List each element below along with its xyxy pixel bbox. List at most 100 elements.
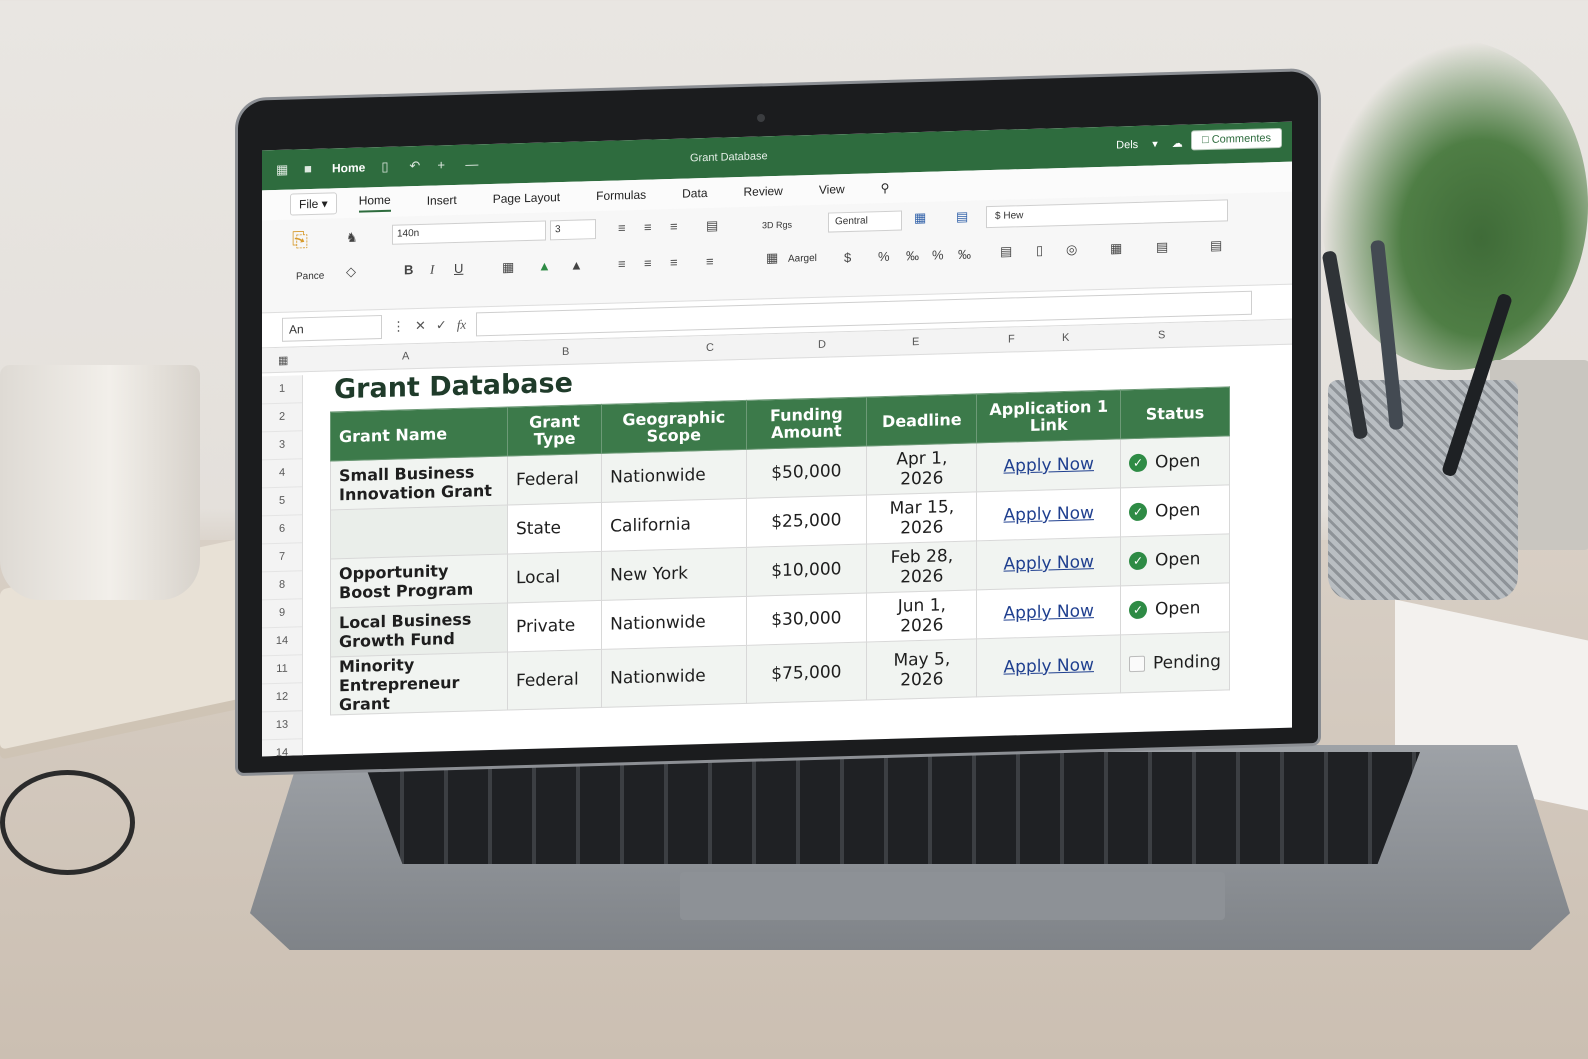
row-header[interactable]: 4: [262, 459, 302, 489]
align-top-icon[interactable]: ≡: [618, 220, 626, 235]
apply-now-link[interactable]: Apply Now: [1004, 454, 1094, 477]
user-name[interactable]: Dels: [1116, 138, 1138, 151]
insert-cells-icon[interactable]: ▤: [1000, 243, 1012, 259]
deadline-cell[interactable]: May 5, 2026: [866, 638, 977, 700]
tab-data[interactable]: Data: [682, 186, 707, 201]
status-cell[interactable]: ✓ Open: [1120, 435, 1230, 488]
header-geographic-scope[interactable]: Geographic Scope: [601, 400, 746, 454]
amount-cell[interactable]: $10,000: [746, 543, 867, 597]
grant-name-cell[interactable]: Opportunity Boost Program: [330, 554, 508, 608]
deadline-cell[interactable]: Feb 28, 2026: [866, 540, 977, 593]
scope-cell[interactable]: California: [601, 498, 746, 552]
font-name-select[interactable]: 140n: [392, 220, 546, 245]
column-header[interactable]: D: [818, 339, 826, 351]
name-box[interactable]: An: [282, 315, 382, 342]
tab-home[interactable]: Home: [358, 192, 391, 213]
cancel-icon[interactable]: ✕: [415, 318, 426, 334]
header-grant-name[interactable]: Grant Name: [330, 407, 508, 461]
increase-decimal-icon[interactable]: %: [932, 247, 944, 262]
clear-format-icon[interactable]: ◇: [346, 264, 356, 280]
find-select-icon[interactable]: ▤: [1156, 239, 1168, 255]
header-application-link[interactable]: Application 1 Link: [976, 389, 1121, 443]
deadline-cell[interactable]: Apr 1, 2026: [866, 442, 977, 495]
grant-name-cell[interactable]: Small Business Innovation Grant: [330, 456, 508, 510]
table-format-icon[interactable]: ▤: [956, 209, 968, 225]
row-header[interactable]: 12: [262, 683, 302, 713]
tab-page-layout[interactable]: Page Layout: [493, 190, 560, 206]
font-color-icon[interactable]: ▲: [570, 257, 583, 272]
indent-icon[interactable]: ≡: [706, 254, 714, 269]
amount-cell[interactable]: $50,000: [746, 445, 867, 499]
scope-cell[interactable]: Nationwide: [601, 596, 746, 650]
fill-color-icon[interactable]: ▲: [538, 258, 551, 273]
tab-review[interactable]: Review: [744, 184, 783, 199]
currency-button[interactable]: $: [844, 250, 851, 265]
tab-formulas[interactable]: Formulas: [596, 188, 646, 203]
row-header[interactable]: 5: [262, 487, 302, 517]
align-center-icon[interactable]: ≡: [644, 256, 652, 271]
deadline-cell[interactable]: Mar 15, 2026: [866, 491, 977, 544]
enter-icon[interactable]: ✓: [436, 317, 447, 333]
grant-type-cell[interactable]: Federal: [507, 453, 602, 506]
add-ins-icon[interactable]: ▤: [1210, 238, 1222, 254]
paste-icon[interactable]: ⎘: [292, 229, 308, 252]
undo-icon[interactable]: ↶: [409, 158, 425, 173]
format-cells-icon[interactable]: ◎: [1066, 242, 1077, 258]
percent-button[interactable]: %: [878, 249, 890, 264]
align-middle-icon[interactable]: ≡: [644, 220, 652, 235]
row-header[interactable]: 2: [262, 403, 302, 433]
column-header[interactable]: F: [1008, 333, 1015, 345]
style-label[interactable]: 3D Rgs: [762, 220, 792, 231]
grant-type-cell[interactable]: Federal: [507, 649, 602, 711]
grant-name-cell[interactable]: [330, 505, 508, 559]
apply-now-link[interactable]: Apply Now: [1004, 655, 1094, 678]
column-header[interactable]: E: [912, 336, 919, 348]
tab-insert[interactable]: Insert: [427, 193, 457, 208]
status-cell[interactable]: Pending: [1120, 631, 1230, 693]
grant-name-cell[interactable]: Local Business Growth Fund: [330, 603, 508, 657]
column-header[interactable]: K: [1062, 332, 1069, 344]
row-header[interactable]: 1: [262, 375, 302, 405]
borders-icon[interactable]: ▦: [502, 259, 514, 275]
grant-type-cell[interactable]: Local: [507, 551, 602, 604]
decrease-decimal-icon[interactable]: ‰: [958, 247, 971, 262]
wrap-text-icon[interactable]: ▤: [706, 218, 718, 234]
delete-cells-icon[interactable]: ▯: [1036, 243, 1043, 259]
sort-filter-icon[interactable]: ▦: [1110, 240, 1122, 256]
grant-type-cell[interactable]: Private: [507, 600, 602, 653]
scope-cell[interactable]: Nationwide: [601, 645, 746, 708]
apply-now-link[interactable]: Apply Now: [1004, 552, 1094, 575]
scope-cell[interactable]: Nationwide: [601, 449, 746, 503]
number-format-select[interactable]: Gentral: [828, 210, 902, 233]
row-header[interactable]: 8: [262, 571, 302, 601]
grant-name-cell[interactable]: Minority Entrepreneur Grant: [330, 652, 508, 715]
save-icon[interactable]: ■: [304, 161, 320, 176]
tell-me-search[interactable]: $ Hew: [986, 199, 1228, 229]
apply-now-link[interactable]: Apply Now: [1004, 503, 1094, 526]
row-header[interactable]: 11: [262, 655, 302, 685]
column-header[interactable]: A: [402, 350, 409, 362]
deadline-cell[interactable]: Jun 1, 2026: [866, 589, 977, 642]
format-painter-icon[interactable]: ♞: [346, 230, 358, 246]
row-header[interactable]: 3: [262, 431, 302, 461]
amount-cell[interactable]: $30,000: [746, 592, 867, 646]
header-deadline[interactable]: Deadline: [866, 393, 977, 446]
merge-icon[interactable]: ▦: [766, 250, 778, 266]
row-header[interactable]: 7: [262, 543, 302, 573]
font-size-select[interactable]: 3: [550, 219, 596, 241]
row-header[interactable]: 14: [262, 627, 302, 657]
italic-button[interactable]: I: [430, 262, 434, 278]
comments-button[interactable]: □ Commentes: [1191, 127, 1282, 151]
column-header[interactable]: C: [706, 342, 714, 354]
header-grant-type[interactable]: Grant Type: [507, 404, 602, 457]
chevron-down-icon[interactable]: ▾: [1152, 137, 1158, 150]
scope-cell[interactable]: New York: [601, 547, 746, 601]
amount-cell[interactable]: $25,000: [746, 494, 867, 548]
row-header[interactable]: 6: [262, 515, 302, 545]
redo-icon[interactable]: +: [437, 157, 453, 172]
status-cell[interactable]: ✓ Open: [1120, 484, 1230, 537]
grant-type-cell[interactable]: State: [507, 502, 602, 555]
status-cell[interactable]: ✓ Open: [1120, 582, 1230, 635]
underline-button[interactable]: U: [454, 261, 463, 276]
column-header[interactable]: S: [1158, 329, 1165, 341]
